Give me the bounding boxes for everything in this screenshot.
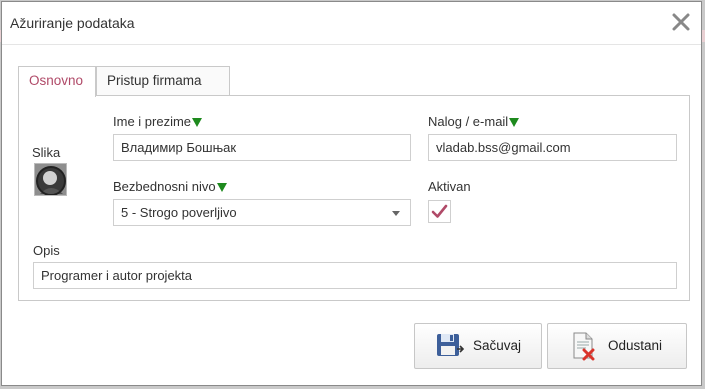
photo-label: Slika (32, 145, 61, 160)
required-marker-icon (192, 118, 203, 127)
checkmark-icon (431, 204, 448, 218)
required-marker-icon (216, 183, 227, 192)
user-photo-icon (35, 164, 66, 195)
cancel-button-label: Odustani (608, 338, 663, 353)
email-input[interactable]: vladab.bss@gmail.com (428, 134, 677, 161)
tab-pristup-firmama[interactable]: Pristup firmama (96, 66, 230, 95)
dialog-title: Ažuriranje podataka (10, 15, 135, 31)
dialog-title-bar: Ažuriranje podataka (2, 2, 701, 45)
account-label: Nalog / e-mail (428, 114, 520, 129)
name-label: Ime i prezime (113, 114, 203, 129)
chevron-down-icon (392, 211, 400, 216)
tab-osnovno[interactable]: Osnovno (18, 66, 96, 97)
security-level-value: 5 - Strogo poverljivo (121, 205, 237, 220)
description-input[interactable]: Programer i autor projekta (33, 262, 677, 289)
cancel-document-icon (573, 332, 595, 361)
close-button[interactable] (671, 12, 691, 32)
tab-panel-osnovno: Slika Ime i prezime Владимир Бошњак Nalo… (18, 95, 690, 301)
save-button-label: Sačuvaj (473, 338, 522, 353)
save-floppy-icon (437, 334, 465, 356)
security-level-select[interactable]: 5 - Strogo poverljivo (113, 199, 411, 226)
cancel-button[interactable]: Odustani (547, 323, 687, 369)
required-marker-icon (509, 118, 520, 127)
edit-dialog: Ažuriranje podataka Osnovno Pristup firm… (1, 1, 702, 386)
security-level-label: Bezbednosni nivo (113, 179, 227, 194)
description-label: Opis (33, 243, 60, 258)
active-label: Aktivan (428, 179, 471, 194)
save-button[interactable]: Sačuvaj (414, 323, 542, 369)
name-input[interactable]: Владимир Бошњак (113, 134, 411, 161)
close-icon (672, 13, 690, 31)
active-checkbox[interactable] (428, 200, 451, 223)
avatar[interactable] (34, 163, 67, 196)
